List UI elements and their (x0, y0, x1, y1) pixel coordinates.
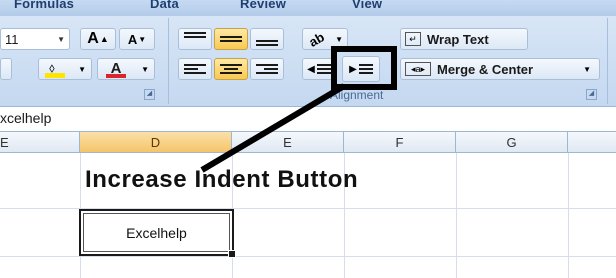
highlight-box (331, 46, 397, 90)
annotation-pointer-line (200, 83, 346, 173)
annotation-overlay (200, 46, 397, 173)
